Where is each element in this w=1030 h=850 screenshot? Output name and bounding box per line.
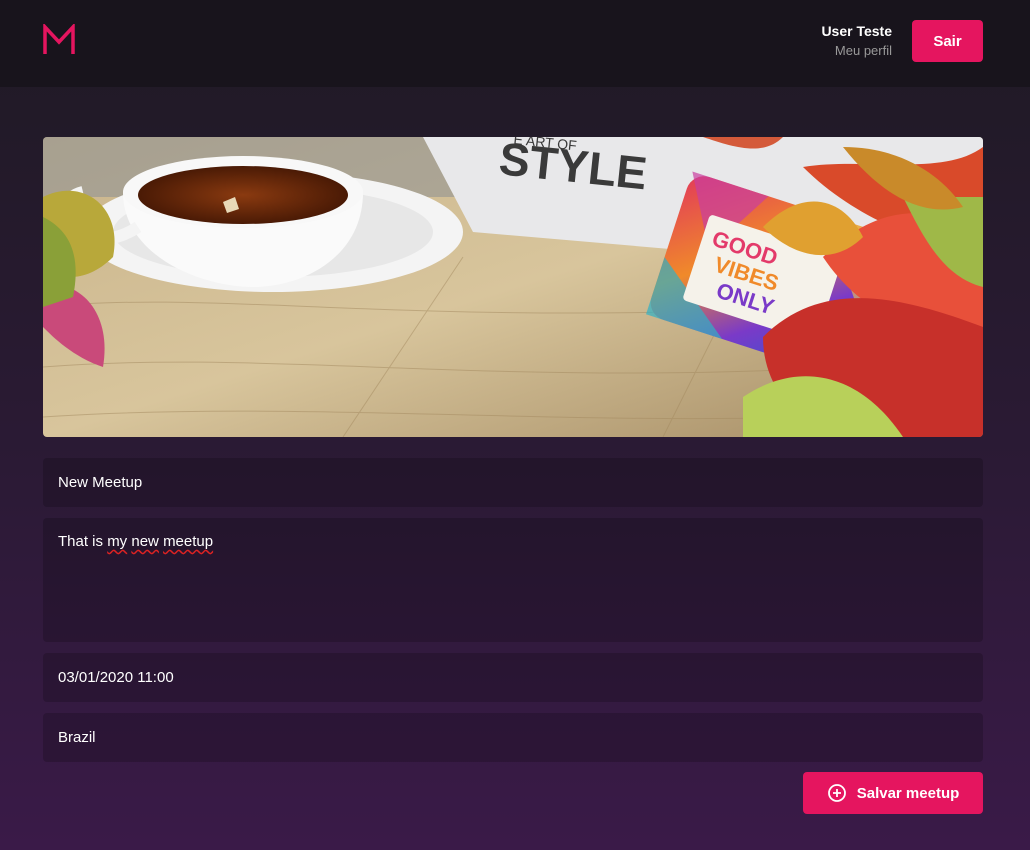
title-input[interactable]: New Meetup [43,458,983,507]
description-textarea[interactable]: That is my new meetup [43,518,983,642]
profile-area: User Teste Meu perfil [821,22,892,61]
save-meetup-label: Salvar meetup [856,784,960,802]
banner-image[interactable]: STYLE E ART OF GOOD VIBES ONLY [43,137,983,437]
user-name: User Teste [821,23,892,39]
banner-photo: STYLE E ART OF GOOD VIBES ONLY [43,137,983,437]
description-word-3: meetup [163,533,214,550]
location-input[interactable]: Brazil [43,713,983,762]
description-prefix: That is [58,533,108,550]
date-input[interactable]: 03/01/2020 11:00 [43,653,983,702]
save-meetup-button[interactable]: Salvar meetup [803,772,983,814]
description-word-1: my [107,533,128,550]
description-word-2: new [131,533,159,550]
header: User Teste Meu perfil Sair [0,0,1030,87]
add-circle-icon [827,784,846,802]
logo-m-icon[interactable] [43,24,75,56]
profile-link[interactable]: Meu perfil [821,41,892,61]
logout-button[interactable]: Sair [912,20,983,62]
